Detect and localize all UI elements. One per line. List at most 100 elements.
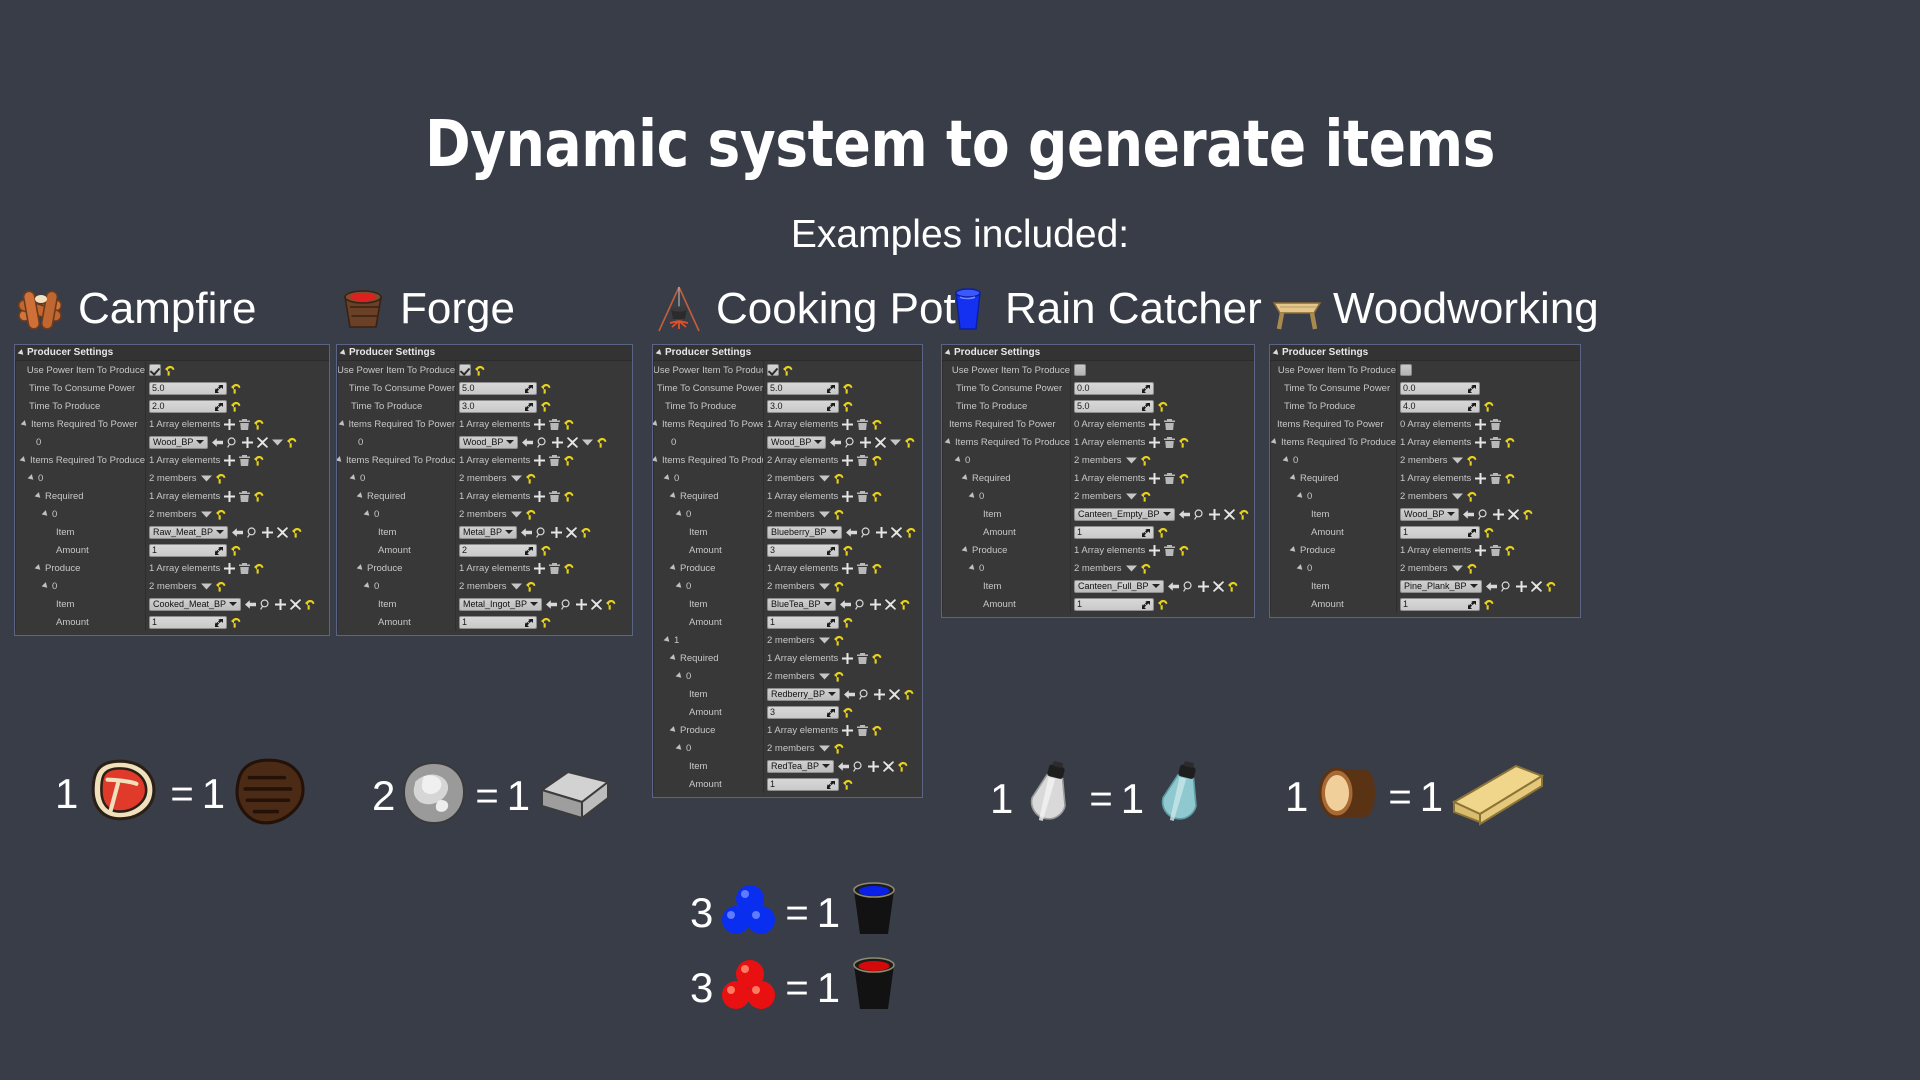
reset-arrow-icon[interactable] <box>564 455 575 466</box>
spinner-icon[interactable] <box>827 618 835 627</box>
magnifier-icon[interactable] <box>1478 508 1489 520</box>
trash-icon[interactable] <box>857 418 869 430</box>
time-produce-input[interactable]: 3.0 <box>459 399 537 413</box>
magnifier-icon[interactable] <box>1500 580 1512 592</box>
back-arrow-icon[interactable] <box>1167 581 1179 592</box>
plus-icon[interactable] <box>842 562 854 574</box>
reset-arrow-icon[interactable] <box>292 527 303 538</box>
spinner-icon[interactable] <box>1468 384 1476 393</box>
trash-icon[interactable] <box>857 652 869 664</box>
spinner-icon[interactable] <box>525 618 533 627</box>
spinner-icon[interactable] <box>215 546 223 555</box>
reset-arrow-icon[interactable] <box>1505 437 1516 448</box>
plus-icon[interactable] <box>224 454 236 466</box>
trash-icon[interactable] <box>1490 436 1502 448</box>
reset-arrow-icon[interactable] <box>905 437 916 448</box>
reset-arrow-icon[interactable] <box>905 527 917 538</box>
use-power-checkbox[interactable] <box>459 364 471 376</box>
magnifier-icon[interactable] <box>860 526 872 538</box>
plus-icon[interactable] <box>242 436 254 448</box>
x-icon[interactable] <box>591 598 603 610</box>
back-arrow-icon[interactable] <box>845 527 857 538</box>
plus-icon[interactable] <box>869 598 881 610</box>
trash-icon[interactable] <box>1164 418 1176 430</box>
magnifier-icon[interactable] <box>536 526 547 538</box>
reset-arrow-icon[interactable] <box>525 581 537 592</box>
plus-icon[interactable] <box>534 562 546 574</box>
reset-arrow-icon[interactable] <box>231 383 242 394</box>
use-power-checkbox[interactable] <box>1400 364 1412 376</box>
spinner-icon[interactable] <box>827 708 835 717</box>
required-item-combo[interactable]: Redberry_BP <box>767 687 841 701</box>
reset-arrow-icon[interactable] <box>1545 581 1557 592</box>
reset-arrow-icon[interactable] <box>872 419 883 430</box>
magnifier-icon[interactable] <box>247 526 258 538</box>
produce-amount-input[interactable]: 1 <box>459 615 537 629</box>
plus-icon[interactable] <box>842 724 854 736</box>
reset-arrow-icon[interactable] <box>1179 545 1190 556</box>
chevron-down-icon[interactable] <box>1451 563 1463 574</box>
back-arrow-icon[interactable] <box>522 437 534 448</box>
magnifier-icon[interactable] <box>537 436 548 448</box>
reset-arrow-icon[interactable] <box>581 527 592 538</box>
required-item-combo[interactable]: Canteen_Empty_BP <box>1074 507 1175 521</box>
reset-arrow-icon[interactable] <box>1179 473 1190 484</box>
spinner-icon[interactable] <box>525 384 533 393</box>
reset-arrow-icon[interactable] <box>254 419 265 430</box>
spinner-icon[interactable] <box>1468 600 1476 609</box>
magnifier-icon[interactable] <box>561 598 572 610</box>
reset-arrow-icon[interactable] <box>1140 455 1152 466</box>
spinner-icon[interactable] <box>525 546 533 555</box>
reset-arrow-icon[interactable] <box>254 491 265 502</box>
reset-arrow-icon[interactable] <box>872 491 883 502</box>
required-amount-input[interactable]: 3 <box>767 543 839 557</box>
panel-header[interactable]: Producer Settings <box>942 345 1254 361</box>
required-amount-input[interactable]: 1 <box>1400 525 1480 539</box>
plus-icon[interactable] <box>842 652 854 664</box>
reset-arrow-icon[interactable] <box>898 761 909 772</box>
spinner-icon[interactable] <box>1468 402 1476 411</box>
spinner-icon[interactable] <box>827 402 835 411</box>
magnifier-icon[interactable] <box>854 598 866 610</box>
magnifier-icon[interactable] <box>260 598 271 610</box>
reset-arrow-icon[interactable] <box>606 599 617 610</box>
panel-header[interactable]: Producer Settings <box>1270 345 1580 361</box>
time-consume-input[interactable]: 5.0 <box>767 381 839 395</box>
time-produce-input[interactable]: 5.0 <box>1074 399 1154 413</box>
produce-item-combo[interactable]: Pine_Plank_BP <box>1400 579 1482 593</box>
back-arrow-icon[interactable] <box>232 527 244 538</box>
back-arrow-icon[interactable] <box>838 761 850 772</box>
x-icon[interactable] <box>889 688 901 700</box>
req-power-item-combo[interactable]: Wood_BP <box>767 435 827 449</box>
chevron-down-icon[interactable] <box>200 581 212 592</box>
trash-icon[interactable] <box>239 562 251 574</box>
magnifier-icon[interactable] <box>845 436 856 448</box>
trash-icon[interactable] <box>1490 544 1502 556</box>
back-arrow-icon[interactable] <box>521 527 533 538</box>
reset-arrow-icon[interactable] <box>564 419 575 430</box>
chevron-down-icon[interactable] <box>818 473 830 484</box>
trash-icon[interactable] <box>239 454 251 466</box>
trash-icon[interactable] <box>857 490 869 502</box>
produce-item-combo[interactable]: Metal_Ingot_BP <box>459 597 543 611</box>
chevron-down-icon[interactable] <box>818 635 830 646</box>
reset-arrow-icon[interactable] <box>843 707 854 718</box>
plus-icon[interactable] <box>1475 418 1487 430</box>
x-icon[interactable] <box>257 436 269 448</box>
reset-arrow-icon[interactable] <box>833 635 845 646</box>
back-arrow-icon[interactable] <box>1463 509 1475 520</box>
required-item-combo[interactable]: Metal_BP <box>459 525 518 539</box>
produce-item-combo[interactable]: RedTea_BP <box>767 759 835 773</box>
reset-arrow-icon[interactable] <box>541 617 552 628</box>
plus-icon[interactable] <box>275 598 287 610</box>
req-power-item-combo[interactable]: Wood_BP <box>149 435 209 449</box>
reset-arrow-icon[interactable] <box>833 743 845 754</box>
chevron-down-icon[interactable] <box>818 743 830 754</box>
plus-icon[interactable] <box>551 526 563 538</box>
x-icon[interactable] <box>1530 580 1542 592</box>
chevron-down-icon[interactable] <box>818 581 830 592</box>
panel-header[interactable]: Producer Settings <box>337 345 632 361</box>
chevron-down-icon[interactable] <box>818 509 830 520</box>
plus-icon[interactable] <box>224 562 236 574</box>
spinner-icon[interactable] <box>215 402 223 411</box>
